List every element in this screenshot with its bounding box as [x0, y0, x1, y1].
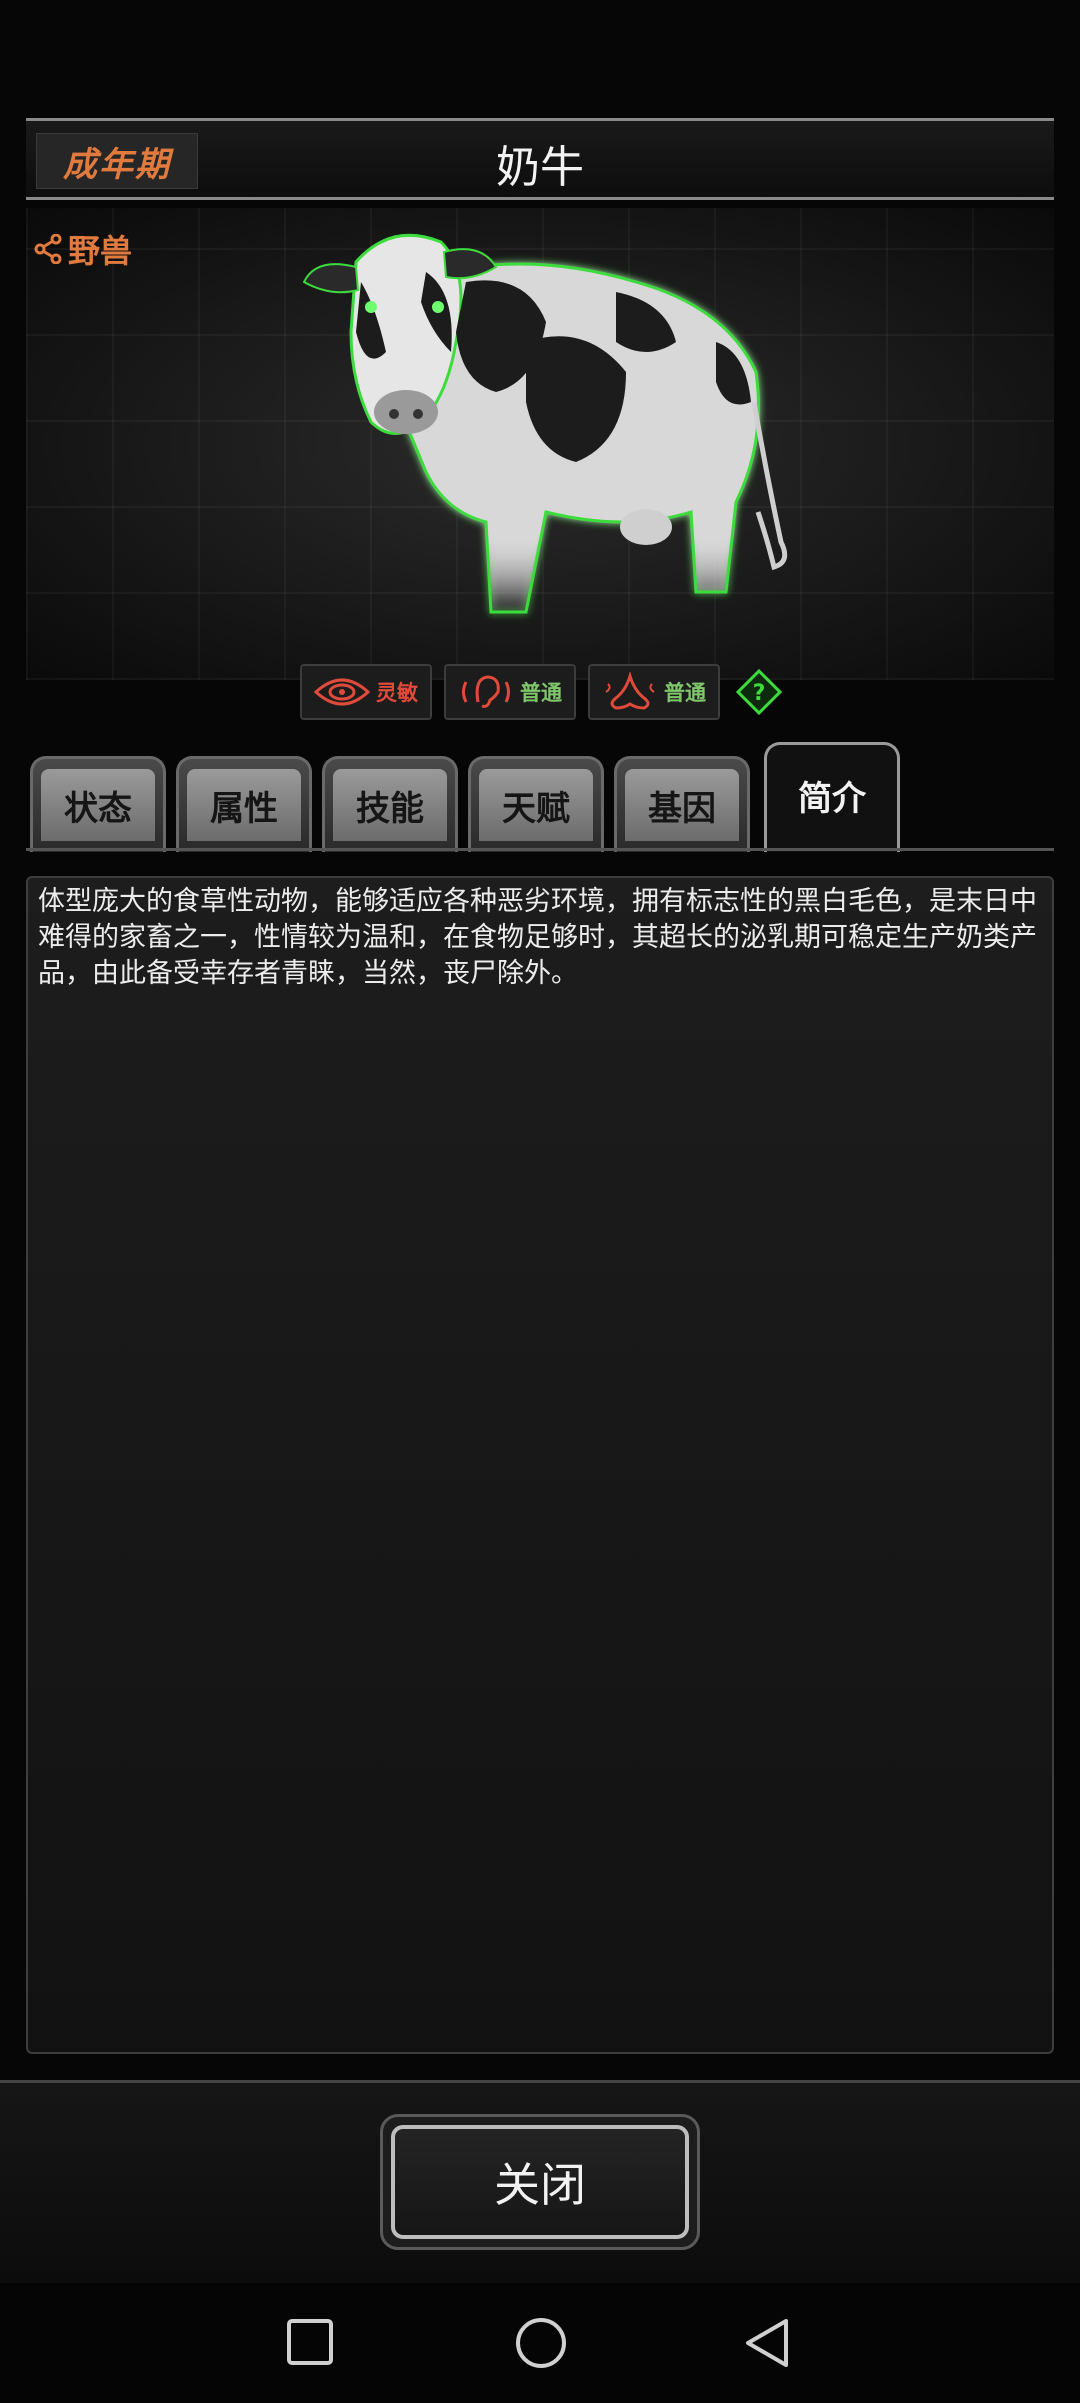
ear-icon [462, 675, 510, 708]
close-button-label: 关闭 [391, 2125, 689, 2239]
sense-hearing[interactable]: 普通 [444, 664, 576, 720]
svg-text:?: ? [753, 681, 766, 706]
nose-icon [605, 672, 655, 710]
category-link[interactable]: 野兽 [34, 226, 132, 272]
sense-smell[interactable]: 普通 [588, 664, 720, 720]
recent-apps-icon[interactable] [285, 2315, 335, 2371]
creature-display: 野兽 [26, 208, 1054, 680]
description-panel: 体型庞大的食草性动物，能够适应各种恶劣环境，拥有标志性的黑白毛色，是末日中难得的… [26, 876, 1054, 2054]
description-text: 体型庞大的食草性动物，能够适应各种恶劣环境，拥有标志性的黑白毛色，是末日中难得的… [38, 886, 1037, 989]
category-label: 野兽 [68, 232, 133, 270]
close-button[interactable]: 关闭 [380, 2114, 700, 2250]
tab-label: 基因 [625, 769, 739, 841]
tab-label: 天赋 [479, 769, 593, 841]
tab-label: 简介 [798, 778, 866, 819]
question-icon[interactable]: ? [736, 669, 782, 715]
tab-label: 状态 [41, 769, 155, 841]
tab-skills[interactable]: 技能 [322, 756, 458, 852]
senses-row: 灵敏 普通 普通 ? [300, 664, 782, 720]
tab-genes[interactable]: 基因 [614, 756, 750, 852]
home-icon[interactable] [513, 2315, 569, 2371]
tab-attributes[interactable]: 属性 [176, 756, 312, 852]
sense-sight[interactable]: 灵敏 [300, 664, 432, 720]
tab-divider [26, 848, 1054, 851]
system-nav-bar [0, 2283, 1080, 2403]
tab-label: 技能 [333, 769, 447, 841]
creature-name: 奶牛 [496, 142, 584, 193]
sense-hearing-label: 普通 [520, 681, 562, 705]
share-icon [34, 234, 62, 264]
sense-smell-label: 普通 [664, 681, 706, 705]
cow-portrait [302, 233, 788, 614]
back-icon[interactable] [742, 2315, 794, 2371]
eye-icon [314, 678, 370, 706]
tab-introduction[interactable]: 简介 [764, 742, 900, 852]
tab-status[interactable]: 状态 [30, 756, 166, 852]
sense-sight-label: 灵敏 [376, 681, 418, 705]
title-bar: 成年期 奶牛 [26, 118, 1054, 200]
tab-label: 属性 [187, 769, 301, 841]
app-screen: 成年期 奶牛 野兽 灵敏 普通 普通 ? 状态 属性 技能 天赋 基因 简介 体… [0, 0, 1080, 2403]
tab-talents[interactable]: 天赋 [468, 756, 604, 852]
tab-bar: 状态 属性 技能 天赋 基因 简介 [0, 742, 1080, 852]
